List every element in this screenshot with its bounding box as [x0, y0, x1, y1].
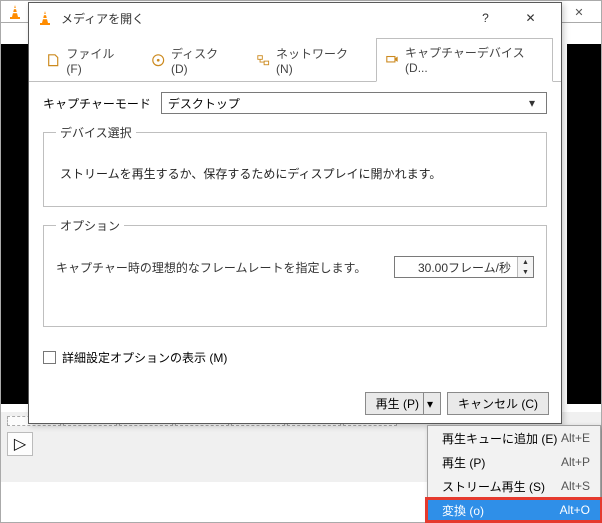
- file-icon: [46, 53, 60, 68]
- menu-item-label: 再生キューに追加 (E): [442, 430, 557, 447]
- fps-label: キャプチャー時の理想的なフレームレートを指定します。: [56, 259, 366, 276]
- menu-item-shortcut: Alt+P: [561, 455, 590, 469]
- menu-item-play[interactable]: 再生 (P) Alt+P: [428, 450, 600, 474]
- cancel-button-label: キャンセル (C): [458, 395, 538, 412]
- menu-item-shortcut: Alt+O: [560, 503, 590, 517]
- menu-item-shortcut: Alt+E: [561, 431, 590, 445]
- menu-item-label: 再生 (P): [442, 454, 485, 471]
- tab-label: ファイル (F): [66, 45, 130, 76]
- chevron-down-icon: ▾: [524, 96, 540, 110]
- device-select-legend: デバイス選択: [56, 124, 136, 141]
- options-group: オプション キャプチャー時の理想的なフレームレートを指定します。 30.00フレ…: [43, 217, 547, 327]
- video-area-right: [567, 44, 601, 404]
- tab-label: ネットワーク (N): [276, 45, 365, 76]
- menu-item-convert[interactable]: 変換 (o) Alt+O: [428, 498, 600, 522]
- advanced-options-label: 詳細設定オプションの表示 (M): [62, 349, 227, 366]
- tab-disc[interactable]: ディスク (D): [142, 38, 247, 82]
- menu-item-label: 変換 (o): [442, 502, 484, 519]
- fps-value: 30.00フレーム/秒: [395, 259, 517, 276]
- options-legend: オプション: [56, 217, 124, 234]
- bg-play-button[interactable]: ▷: [7, 432, 33, 456]
- vlc-cone-icon: [37, 10, 53, 26]
- dialog-footer: 再生 (P) ▾ キャンセル (C): [365, 392, 549, 415]
- capture-mode-label: キャプチャーモード: [43, 95, 151, 112]
- video-area-left: [1, 44, 29, 404]
- tab-file[interactable]: ファイル (F): [37, 38, 142, 82]
- tab-network[interactable]: ネットワーク (N): [247, 38, 376, 82]
- capture-icon: [385, 52, 399, 67]
- dialog-help-button[interactable]: ?: [463, 4, 508, 32]
- advanced-options-checkbox[interactable]: [43, 351, 56, 364]
- tab-capture-device[interactable]: キャプチャーデバイス(D...: [376, 38, 553, 82]
- capture-mode-select[interactable]: デスクトップ ▾: [161, 92, 547, 114]
- play-button-label: 再生 (P): [376, 395, 419, 412]
- tab-label: キャプチャーデバイス(D...: [405, 44, 542, 75]
- play-icon: ▷: [14, 434, 26, 454]
- menu-item-stream[interactable]: ストリーム再生 (S) Alt+S: [428, 474, 600, 498]
- tabs: ファイル (F) ディスク (D) ネットワーク (N) キャプチャーデバイス(…: [29, 33, 561, 82]
- capture-mode-value: デスクトップ: [168, 95, 240, 112]
- play-dropdown-toggle[interactable]: ▾: [423, 393, 436, 414]
- open-media-dialog: メディアを開く ? ✕ ファイル (F) ディスク (D) ネットワーク (N)…: [28, 2, 562, 424]
- cancel-button[interactable]: キャンセル (C): [447, 392, 549, 415]
- vlc-cone-icon: [7, 4, 23, 20]
- dialog-close-button[interactable]: ✕: [508, 4, 553, 32]
- device-select-group: デバイス選択 ストリームを再生するか、保存するためにディスプレイに開かれます。: [43, 124, 547, 207]
- play-split-button[interactable]: 再生 (P) ▾: [365, 392, 441, 415]
- spin-down-icon[interactable]: ▼: [518, 267, 533, 277]
- menu-item-shortcut: Alt+S: [561, 479, 590, 493]
- menu-item-label: ストリーム再生 (S): [442, 478, 545, 495]
- play-dropdown-menu: 再生キューに追加 (E) Alt+E 再生 (P) Alt+P ストリーム再生 …: [427, 425, 601, 523]
- bg-close-button[interactable]: ✕: [557, 1, 601, 23]
- dialog-titlebar: メディアを開く ? ✕: [29, 3, 561, 33]
- network-icon: [256, 53, 270, 68]
- help-icon: ?: [482, 11, 489, 25]
- device-hint-text: ストリームを再生するか、保存するためにディスプレイに開かれます。: [56, 155, 534, 188]
- tab-label: ディスク (D): [171, 45, 236, 76]
- disc-icon: [151, 53, 165, 68]
- dialog-body: キャプチャーモード デスクトップ ▾ デバイス選択 ストリームを再生するか、保存…: [29, 82, 561, 335]
- spin-up-icon[interactable]: ▲: [518, 257, 533, 267]
- fps-spinbox[interactable]: 30.00フレーム/秒 ▲ ▼: [394, 256, 534, 278]
- close-icon: ✕: [525, 11, 535, 25]
- close-icon: ✕: [574, 6, 583, 19]
- dialog-title: メディアを開く: [61, 10, 144, 27]
- menu-item-enqueue[interactable]: 再生キューに追加 (E) Alt+E: [428, 426, 600, 450]
- chevron-down-icon: ▾: [427, 397, 433, 411]
